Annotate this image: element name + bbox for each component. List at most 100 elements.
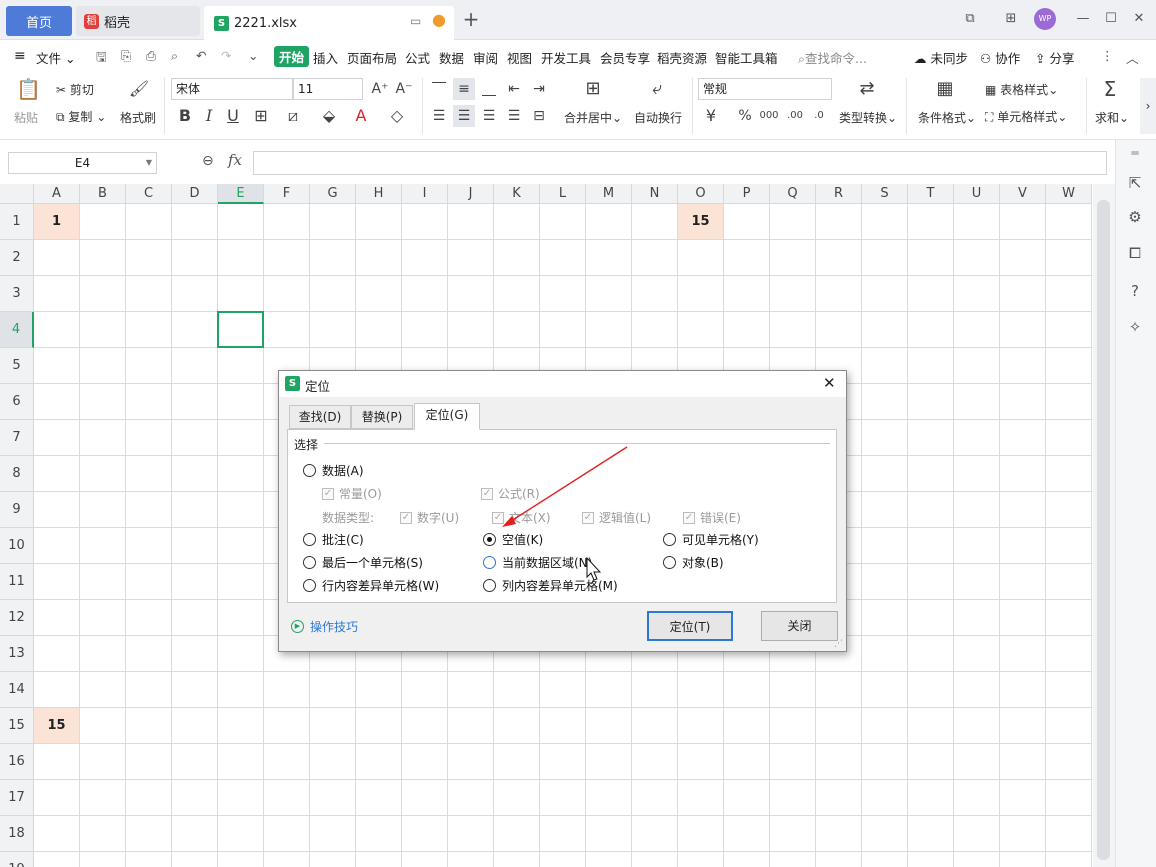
row-header-12[interactable]: 12 [0, 600, 34, 636]
align-left-icon[interactable]: ☰ [428, 105, 450, 127]
format-cells-icon[interactable]: ⧄ [282, 105, 304, 127]
menu-review[interactable]: 审阅 [473, 48, 498, 67]
decrease-decimal-icon[interactable]: .0 [808, 105, 830, 127]
active-cell-e4[interactable] [217, 311, 264, 348]
new-tab-icon[interactable]: + [460, 9, 482, 29]
formula-input[interactable] [253, 151, 1107, 175]
column-header-p[interactable]: P [724, 184, 770, 204]
conditional-format-icon[interactable]: ▦ [934, 78, 956, 100]
monitor-icon[interactable]: ▭ [410, 14, 421, 28]
font-color-icon[interactable]: A [350, 105, 372, 127]
resize-grip-icon[interactable]: ⋰ [834, 639, 843, 649]
scroll-thumb[interactable] [1097, 200, 1110, 860]
tab-find[interactable]: 查找(D) [289, 405, 351, 429]
distributed-icon[interactable]: ⊟ [528, 105, 550, 127]
help-icon[interactable]: ? [1124, 282, 1146, 300]
align-top-icon[interactable]: ⎺ [428, 78, 450, 100]
paste-button[interactable]: 粘贴 [14, 109, 38, 126]
italic-icon[interactable]: I [198, 105, 220, 127]
menu-developer[interactable]: 开发工具 [541, 48, 591, 67]
sum-button[interactable]: 求和⌄ [1095, 109, 1129, 126]
collapse-ribbon-icon[interactable]: ︿ [1126, 48, 1139, 67]
avatar[interactable]: WP [1034, 8, 1056, 30]
row-header-4[interactable]: 4 [0, 312, 34, 348]
row-header-11[interactable]: 11 [0, 564, 34, 600]
tab-locate[interactable]: 定位(G) [414, 403, 480, 430]
column-header-k[interactable]: K [494, 184, 540, 204]
menu-page-layout[interactable]: 页面布局 [347, 48, 397, 67]
apps-grid-icon[interactable]: ⊞ [1000, 9, 1022, 29]
cell-a15[interactable]: 15 [34, 708, 79, 743]
column-header-d[interactable]: D [172, 184, 218, 204]
align-center-icon[interactable]: ☰ [453, 105, 475, 127]
increase-indent-icon[interactable]: ⇥ [528, 78, 550, 100]
print-preview-icon[interactable]: ⌕ [171, 48, 178, 64]
fx-icon[interactable]: fx [228, 151, 242, 169]
column-header-m[interactable]: M [586, 184, 632, 204]
font-name-select[interactable]: 宋体 [171, 78, 293, 100]
percent-icon[interactable]: % [734, 105, 756, 127]
select-cursor-icon[interactable]: ⇱ [1124, 174, 1146, 192]
column-header-l[interactable]: L [540, 184, 586, 204]
row-header-2[interactable]: 2 [0, 240, 34, 276]
column-header-i[interactable]: I [402, 184, 448, 204]
cell-a1[interactable]: 1 [34, 204, 79, 239]
increase-decimal-icon[interactable]: .00 [784, 105, 806, 127]
row-header-16[interactable]: 16 [0, 744, 34, 780]
row-header-15[interactable]: 15 [0, 708, 34, 744]
ai-assistant-icon[interactable]: ✧ [1124, 318, 1146, 336]
collab-button[interactable]: ⚇ 协作 [980, 48, 1020, 67]
minimize-icon[interactable]: — [1072, 9, 1094, 29]
row-header-18[interactable]: 18 [0, 816, 34, 852]
dialog-close-icon[interactable]: ✕ [823, 374, 836, 392]
column-header-g[interactable]: G [310, 184, 356, 204]
align-middle-icon[interactable]: ≡ [453, 78, 475, 100]
radio-objects[interactable]: 对象(B) [663, 554, 724, 571]
column-header-h[interactable]: H [356, 184, 402, 204]
menu-data[interactable]: 数据 [439, 48, 464, 67]
font-size-select[interactable]: 11 [293, 78, 363, 100]
column-header-a[interactable]: A [34, 184, 80, 204]
column-header-u[interactable]: U [954, 184, 1000, 204]
settings-sliders-icon[interactable]: ⚙ [1124, 208, 1146, 226]
border-icon[interactable]: ⊞ [250, 105, 272, 127]
conditional-format-button[interactable]: 条件格式⌄ [918, 109, 976, 126]
column-header-j[interactable]: J [448, 184, 494, 204]
column-header-r[interactable]: R [816, 184, 862, 204]
column-header-b[interactable]: B [80, 184, 126, 204]
sync-button[interactable]: ☁ 未同步 [914, 48, 968, 67]
menu-file[interactable]: 文件 ⌄ [36, 48, 75, 67]
column-header-o[interactable]: O [678, 184, 724, 204]
merge-center-button[interactable]: 合并居中⌄ [564, 109, 622, 126]
radio-visible-cells[interactable]: 可见单元格(Y) [663, 531, 759, 548]
menu-member[interactable]: 会员专享 [600, 48, 650, 67]
row-header-3[interactable]: 3 [0, 276, 34, 312]
row-header-13[interactable]: 13 [0, 636, 34, 672]
row-header-1[interactable]: 1 [0, 204, 34, 240]
sum-icon[interactable]: Σ [1099, 78, 1121, 100]
number-format-select[interactable]: 常规 [698, 78, 832, 100]
column-header-e[interactable]: E [218, 184, 264, 204]
undo-icon[interactable]: ↶ [196, 48, 206, 63]
copy-button[interactable]: ⧉ 复制 ⌄ [56, 108, 106, 125]
radio-row-diff[interactable]: 行内容差异单元格(W) [303, 577, 439, 594]
column-header-t[interactable]: T [908, 184, 954, 204]
justify-icon[interactable]: ☰ [503, 105, 525, 127]
underline-icon[interactable]: U [222, 105, 244, 127]
table-style-button[interactable]: ▦ 表格样式⌄ [985, 81, 1058, 98]
tab-replace[interactable]: 替换(P) [351, 405, 413, 429]
column-header-q[interactable]: Q [770, 184, 816, 204]
row-header-17[interactable]: 17 [0, 780, 34, 816]
radio-data[interactable]: 数据(A) [303, 462, 364, 479]
select-all-corner[interactable] [0, 184, 34, 204]
quick-access-dropdown-icon[interactable]: ⌄ [248, 48, 258, 63]
wrap-text-icon[interactable]: ⤶ [646, 78, 668, 100]
column-header-s[interactable]: S [862, 184, 908, 204]
thousands-icon[interactable]: 000 [758, 105, 780, 127]
share-button[interactable]: ⇪ 分享 [1035, 48, 1074, 67]
more-icon[interactable]: ⋮ [1101, 48, 1114, 63]
clear-format-icon[interactable]: ◇ [386, 105, 408, 127]
locate-button[interactable]: 定位(T) [647, 611, 733, 641]
export-icon[interactable]: ⎘ [121, 48, 131, 64]
tab-daoke[interactable]: 稻稻壳 [76, 6, 200, 36]
